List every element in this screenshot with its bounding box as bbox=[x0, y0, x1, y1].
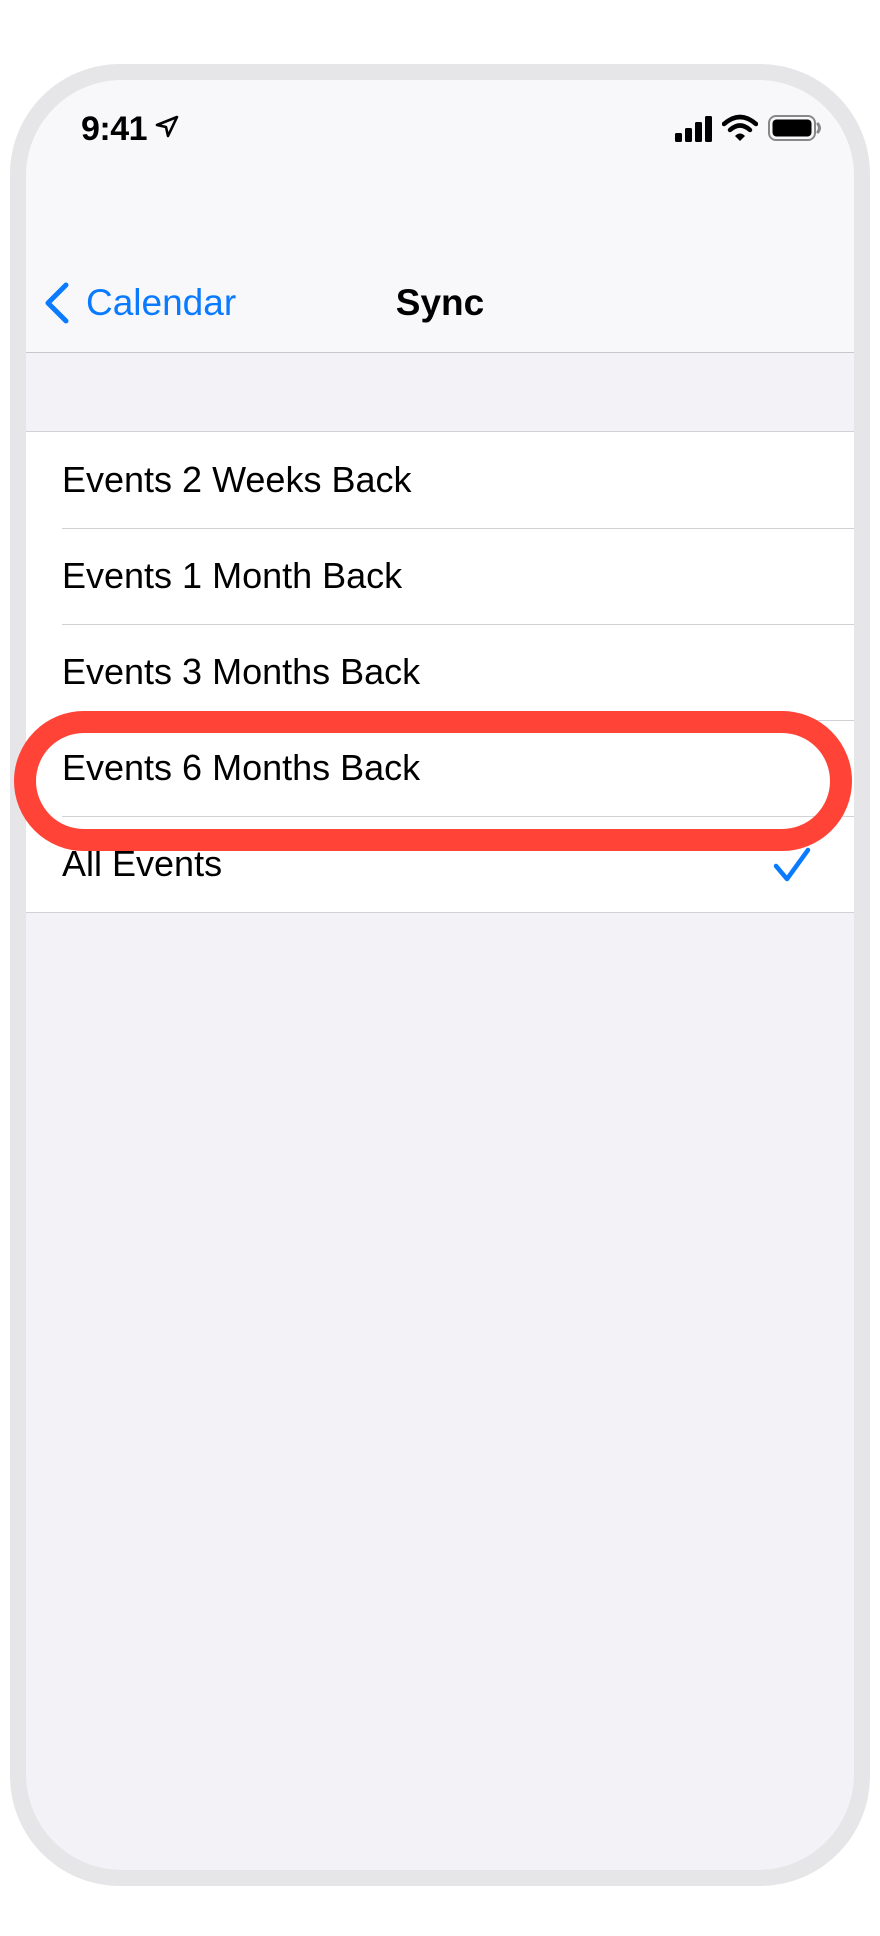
status-bar: 9:41 bbox=[26, 80, 854, 190]
list-item-all-events[interactable]: All Events bbox=[26, 816, 854, 912]
page-title: Sync bbox=[395, 282, 485, 323]
list-item-label: All Events bbox=[62, 843, 223, 884]
list-item-events-2-weeks-back[interactable]: Events 2 Weeks Back bbox=[26, 432, 854, 528]
list-item-events-1-month-back[interactable]: Events 1 Month Back bbox=[26, 528, 854, 624]
sync-options-list: Events 2 Weeks Back Events 1 Month Back … bbox=[26, 431, 854, 913]
location-arrow-icon bbox=[155, 115, 179, 138]
screen: 9:41 Calendar Sync Events 2 Weeks Back E… bbox=[26, 80, 854, 1870]
cellular-signal-icon bbox=[675, 116, 712, 142]
navigation-bar: Calendar Sync bbox=[26, 190, 854, 353]
list-item-label: Events 2 Weeks Back bbox=[62, 459, 412, 500]
list-item-label: Events 1 Month Back bbox=[62, 555, 403, 596]
checkmark-icon bbox=[773, 847, 811, 882]
battery-icon bbox=[768, 115, 821, 141]
wifi-icon bbox=[722, 114, 758, 141]
list-item-label: Events 6 Months Back bbox=[62, 747, 421, 788]
list-item-events-3-months-back[interactable]: Events 3 Months Back bbox=[26, 624, 854, 720]
status-time: 9:41 bbox=[81, 110, 148, 148]
list-item-events-6-months-back[interactable]: Events 6 Months Back bbox=[26, 720, 854, 816]
list-item-label: Events 3 Months Back bbox=[62, 651, 421, 692]
